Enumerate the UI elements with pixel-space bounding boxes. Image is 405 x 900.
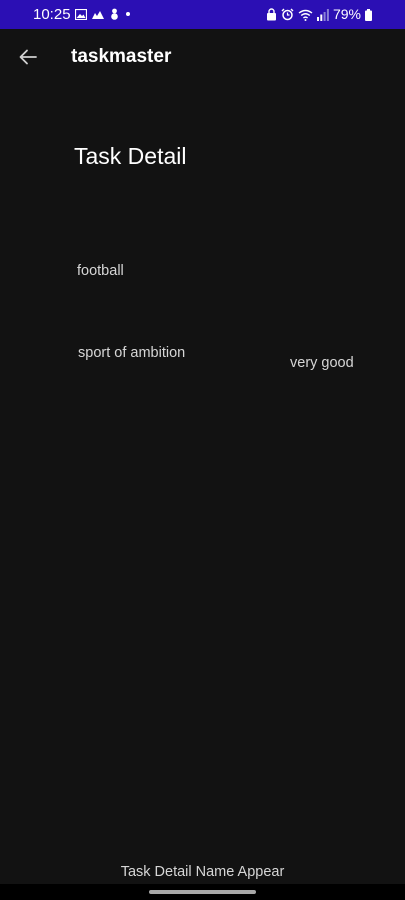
- home-gesture-handle[interactable]: [149, 890, 256, 894]
- alarm-icon: [281, 8, 294, 21]
- task-name: football: [77, 263, 124, 279]
- screen: 10:25 79% taskmaster Task Detail footbal…: [0, 0, 405, 900]
- battery-icon: [365, 8, 372, 21]
- signal-icon: [316, 8, 329, 21]
- wifi-icon: [298, 9, 313, 21]
- page-title: Task Detail: [74, 143, 187, 169]
- app-bar: taskmaster: [0, 29, 405, 85]
- status-bar: 10:25 79%: [0, 0, 405, 29]
- footer-text: Task Detail Name Appear: [120, 864, 285, 880]
- arrow-left-icon: [19, 49, 37, 65]
- snowman-icon: [109, 8, 120, 20]
- app-title: taskmaster: [71, 46, 172, 67]
- gallery-icon: [75, 8, 87, 20]
- status-notification-icons: [75, 8, 131, 20]
- status-system-icons: 79%: [266, 6, 372, 23]
- photo-icon: [92, 9, 104, 19]
- status-time: 10:25: [33, 6, 71, 23]
- battery-percentage: 79%: [332, 6, 361, 22]
- dot-icon: [125, 11, 131, 17]
- task-body: sport of ambition: [78, 345, 186, 361]
- back-button[interactable]: [14, 43, 42, 71]
- navigation-bar: [0, 884, 405, 900]
- lock-icon: [266, 8, 277, 21]
- task-state: very good: [290, 355, 354, 371]
